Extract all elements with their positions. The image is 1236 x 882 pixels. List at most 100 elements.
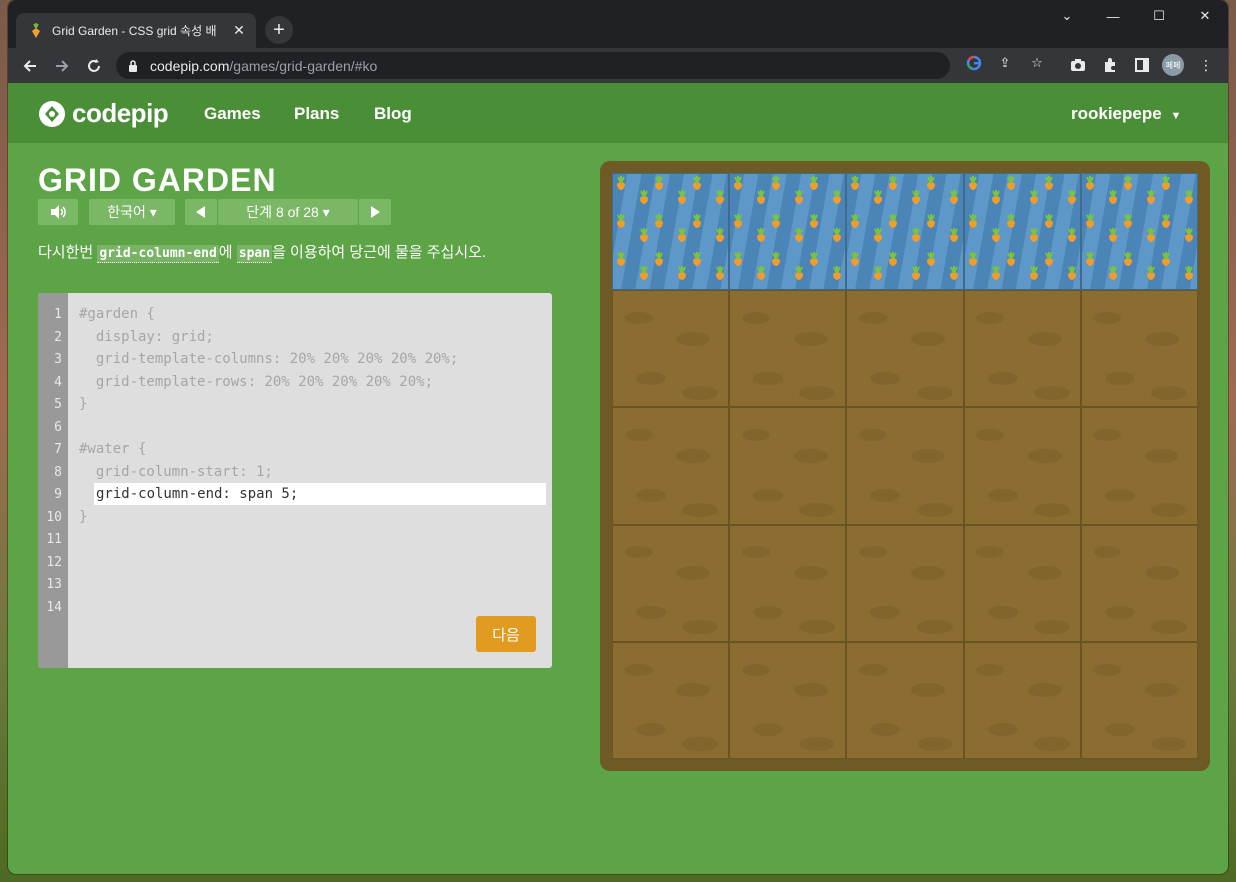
level-select[interactable]: 단계 8 of 28 ▾ — [218, 199, 358, 225]
line-number: 12 — [46, 555, 62, 570]
nav-plans[interactable]: Plans — [294, 104, 339, 124]
bookmark-star-icon[interactable]: ☆ — [1028, 54, 1046, 72]
pebble — [910, 565, 945, 580]
carrot-icon — [674, 228, 690, 246]
code-line: } — [79, 509, 88, 525]
soil-cell — [1080, 290, 1198, 408]
line-number: 8 — [54, 465, 62, 480]
soil-cell — [963, 290, 1081, 408]
carrot-icon — [791, 190, 807, 208]
browser-tab[interactable]: Grid Garden - CSS grid 속성 배 ✕ — [16, 13, 256, 48]
pebble — [753, 371, 784, 385]
carrot-icon — [730, 214, 746, 232]
carrot-icon — [712, 266, 728, 284]
extensions-icon[interactable] — [1100, 55, 1120, 75]
pebble — [910, 331, 945, 346]
reload-button[interactable] — [81, 53, 107, 79]
game-title: GRID GARDEN — [38, 162, 277, 198]
code-line: grid-template-rows: 20% 20% 20% 20% 20%; — [79, 374, 434, 390]
code-line: grid-template-columns: 20% 20% 20% 20% 2… — [79, 351, 459, 367]
soil-cell — [846, 407, 964, 525]
line-number-gutter: 1 2 3 4 5 6 7 8 9 10 11 12 13 14 — [38, 293, 68, 668]
google-icon[interactable] — [965, 54, 983, 72]
user-name: rookiepepe — [1071, 104, 1162, 123]
pebble — [1104, 723, 1135, 737]
new-tab-button[interactable]: + — [265, 16, 293, 44]
browser-toolbar: codepip.com/games/grid-garden/#ko ⇪ ☆ 페페… — [8, 48, 1228, 83]
carrot-icon — [768, 176, 784, 194]
carrot-icon — [988, 190, 1004, 208]
carrot-icon — [1158, 176, 1174, 194]
carrot-icon — [651, 214, 667, 232]
garden-frame — [600, 161, 1210, 771]
carrot-icon — [885, 214, 901, 232]
minimize-button[interactable]: — — [1090, 4, 1136, 28]
soil-cell — [729, 524, 847, 642]
pebble — [987, 723, 1018, 737]
next-level-button[interactable] — [359, 199, 391, 225]
menu-kebab-icon[interactable]: ⋮ — [1196, 55, 1216, 75]
sound-button[interactable] — [38, 199, 78, 225]
instruction-code-grid-column-end[interactable]: grid-column-end — [97, 245, 219, 263]
back-button[interactable] — [17, 53, 43, 79]
soil-cell — [1080, 524, 1198, 642]
carrot-icon — [1181, 190, 1197, 208]
pebble — [799, 385, 836, 400]
carrot-icon — [1041, 176, 1057, 194]
pebble — [753, 723, 784, 737]
share-icon[interactable]: ⇪ — [996, 54, 1014, 72]
carrot-icon — [988, 266, 1004, 284]
code-line: #garden { — [79, 306, 155, 322]
side-panel-icon[interactable] — [1132, 55, 1152, 75]
pebble — [1093, 429, 1122, 442]
codepip-logo[interactable]: codepip — [38, 98, 169, 129]
nav-games[interactable]: Games — [204, 104, 261, 124]
carrot-icon — [908, 190, 924, 208]
pebble — [916, 620, 953, 635]
css-answer-input[interactable] — [94, 483, 546, 505]
soil-cell — [846, 641, 964, 759]
pebble — [976, 546, 1005, 559]
forward-button[interactable] — [49, 53, 75, 79]
instruction-text: 다시한번 grid-column-end 에 span 을 이용하여 당근에 물을 … — [38, 241, 486, 263]
user-menu[interactable]: rookiepepe ▼ — [1071, 104, 1181, 124]
carrot-icon — [847, 214, 863, 232]
pebble — [682, 385, 719, 400]
carrot-icon — [1105, 190, 1121, 208]
pebble — [682, 620, 719, 635]
maximize-button[interactable]: ☐ — [1136, 4, 1182, 28]
triangle-right-icon — [371, 206, 380, 218]
profile-avatar[interactable]: 페페 — [1162, 54, 1184, 76]
pebble — [753, 489, 784, 503]
soil-cell — [729, 407, 847, 525]
carrot-favicon-icon — [28, 22, 44, 39]
carrot-icon — [1003, 176, 1019, 194]
carrot-icon — [1120, 176, 1136, 194]
pebble — [676, 331, 711, 346]
tab-search-icon[interactable]: ⌄ — [1044, 4, 1090, 28]
pebble — [916, 737, 953, 752]
carrot-icon — [923, 214, 939, 232]
carrot-icon — [847, 176, 863, 194]
line-number: 11 — [46, 532, 62, 547]
carrot-icon — [712, 190, 728, 208]
nav-blog[interactable]: Blog — [374, 104, 412, 124]
url-path: /games/grid-garden/#ko — [229, 57, 378, 74]
prev-level-button[interactable] — [185, 199, 217, 225]
pebble — [910, 448, 945, 463]
language-select[interactable]: 한국어 ▾ — [89, 199, 175, 225]
address-bar[interactable]: codepip.com/games/grid-garden/#ko — [116, 52, 950, 79]
camera-icon[interactable] — [1068, 55, 1088, 75]
next-button[interactable]: 다음 — [476, 616, 536, 652]
speaker-icon — [51, 205, 66, 219]
carrot-icon — [1064, 190, 1080, 208]
close-window-button[interactable]: ✕ — [1182, 4, 1228, 28]
pebble — [799, 620, 836, 635]
pebble — [741, 429, 770, 442]
tab-close-icon[interactable]: ✕ — [230, 22, 248, 40]
instruction-code-span[interactable]: span — [236, 245, 273, 263]
carrot-icon — [1143, 190, 1159, 208]
pebble — [793, 331, 828, 346]
carrot-icon — [613, 214, 629, 232]
pebble — [870, 371, 901, 385]
